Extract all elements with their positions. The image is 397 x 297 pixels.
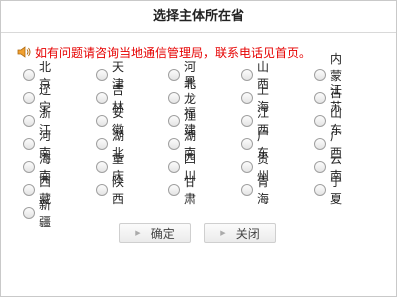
radio-button[interactable] xyxy=(241,115,253,127)
radio-button[interactable] xyxy=(96,184,108,196)
province-option[interactable]: 新疆 xyxy=(23,198,51,229)
radio-button[interactable] xyxy=(168,69,180,81)
radio-button[interactable] xyxy=(168,115,180,127)
radio-button[interactable] xyxy=(314,92,326,104)
province-option[interactable]: 宁夏 xyxy=(314,175,342,206)
radio-button[interactable] xyxy=(241,92,253,104)
radio-button[interactable] xyxy=(96,69,108,81)
radio-button[interactable] xyxy=(168,138,180,150)
radio-button[interactable] xyxy=(23,69,35,81)
play-arrow-icon: ▶ xyxy=(220,229,226,237)
radio-button[interactable] xyxy=(168,161,180,173)
notice-text: 如有问题请咨询当地通信管理局，联系电话见首页。 xyxy=(35,45,312,60)
radio-button[interactable] xyxy=(314,115,326,127)
province-option[interactable]: 青海 xyxy=(241,175,269,206)
close-button[interactable]: ▶ 关闭 xyxy=(204,223,276,243)
province-option[interactable]: 陕西 xyxy=(96,175,124,206)
radio-button[interactable] xyxy=(23,138,35,150)
radio-button[interactable] xyxy=(23,161,35,173)
province-option[interactable]: 甘肃 xyxy=(168,175,196,206)
play-arrow-icon: ▶ xyxy=(135,229,141,237)
confirm-button[interactable]: ▶ 确定 xyxy=(119,223,191,243)
province-label: 陕西 xyxy=(112,175,125,206)
radio-button[interactable] xyxy=(314,138,326,150)
radio-button[interactable] xyxy=(168,184,180,196)
close-label: 关闭 xyxy=(235,226,260,241)
province-label: 宁夏 xyxy=(330,175,343,206)
speaker-icon xyxy=(16,44,32,60)
dialog-title: 选择主体所在省 xyxy=(1,1,396,33)
radio-button[interactable] xyxy=(23,184,35,196)
radio-button[interactable] xyxy=(96,138,108,150)
province-label: 甘肃 xyxy=(184,175,197,206)
radio-button[interactable] xyxy=(23,115,35,127)
radio-button[interactable] xyxy=(96,92,108,104)
radio-button[interactable] xyxy=(96,115,108,127)
province-label: 新疆 xyxy=(39,198,52,229)
radio-button[interactable] xyxy=(241,138,253,150)
radio-button[interactable] xyxy=(23,92,35,104)
province-label: 青海 xyxy=(257,175,270,206)
radio-button[interactable] xyxy=(241,161,253,173)
confirm-label: 确定 xyxy=(150,226,175,241)
radio-button[interactable] xyxy=(314,161,326,173)
radio-button[interactable] xyxy=(96,161,108,173)
radio-button[interactable] xyxy=(23,207,35,219)
radio-button[interactable] xyxy=(314,69,326,81)
radio-button[interactable] xyxy=(241,69,253,81)
radio-button[interactable] xyxy=(168,92,180,104)
province-dialog: 选择主体所在省 如有问题请咨询当地通信管理局，联系电话见首页。 北京 天津 河北 山西… xyxy=(0,0,397,297)
radio-button[interactable] xyxy=(314,184,326,196)
radio-button[interactable] xyxy=(241,184,253,196)
